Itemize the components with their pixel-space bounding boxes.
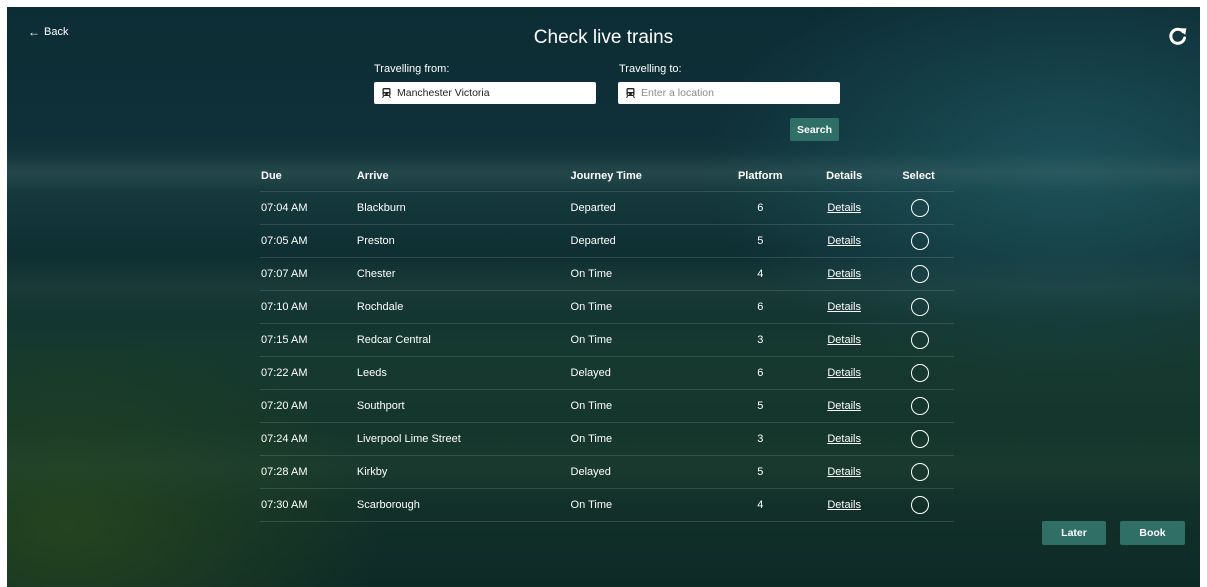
table-row: 07:28 AM Kirkby Delayed 5 Details [260, 455, 954, 488]
select-radio-icon[interactable] [910, 298, 929, 316]
details-link[interactable]: Details [827, 499, 861, 511]
journey-status: Delayed [570, 367, 611, 379]
table-header: Due Arrive Journey Time Platform Details… [260, 161, 954, 191]
journey-status: On Time [570, 334, 613, 346]
book-button[interactable]: Book [1120, 521, 1185, 545]
arrive-station: Southport [356, 400, 405, 412]
platform-number: 5 [757, 235, 764, 247]
due-time: 07:04 AM [261, 202, 308, 214]
train-icon [626, 88, 635, 98]
later-button[interactable]: Later [1042, 521, 1106, 545]
from-input[interactable] [397, 87, 587, 99]
table-row: 07:04 AM Blackburn Departed 6 Details [260, 191, 954, 224]
arrive-station: Leeds [356, 367, 387, 379]
to-input[interactable] [641, 87, 831, 99]
select-radio-icon[interactable] [910, 331, 929, 349]
details-link[interactable]: Details [827, 334, 861, 346]
header-journey-time: Journey Time [570, 170, 642, 182]
table-row: 07:22 AM Leeds Delayed 6 Details [260, 356, 954, 389]
due-time: 07:15 AM [261, 334, 308, 346]
arrive-station: Rochdale [356, 301, 404, 313]
to-field-box[interactable] [618, 82, 840, 104]
table-row: 07:15 AM Redcar Central On Time 3 Detail… [260, 323, 954, 356]
platform-number: 5 [757, 400, 764, 412]
table-row: 07:05 AM Preston Departed 5 Details [260, 224, 954, 257]
train-icon [382, 88, 391, 98]
select-radio-icon[interactable] [910, 265, 929, 283]
details-link[interactable]: Details [827, 433, 861, 445]
refresh-icon [1169, 27, 1187, 45]
platform-number: 6 [757, 367, 764, 379]
select-radio-icon[interactable] [910, 232, 929, 250]
platform-number: 6 [757, 202, 764, 214]
header-due: Due [261, 170, 282, 182]
platform-number: 4 [757, 268, 764, 280]
header-select: Select [902, 170, 935, 182]
due-time: 07:07 AM [261, 268, 308, 280]
app-window: ← Back Check live trains Travelling from… [7, 7, 1200, 587]
table-row: 07:10 AM Rochdale On Time 6 Details [260, 290, 954, 323]
details-link[interactable]: Details [827, 301, 861, 313]
arrive-station: Scarborough [356, 499, 420, 511]
platform-number: 4 [757, 499, 764, 511]
table-row: 07:20 AM Southport On Time 5 Details [260, 389, 954, 422]
header-arrive: Arrive [356, 170, 389, 182]
due-time: 07:22 AM [261, 367, 308, 379]
header-details: Details [826, 170, 863, 182]
to-label: Travelling to: [619, 63, 682, 75]
arrive-station: Kirkby [356, 466, 388, 478]
details-link[interactable]: Details [827, 268, 861, 280]
table-row: 07:07 AM Chester On Time 4 Details [260, 257, 954, 290]
platform-number: 3 [757, 334, 764, 346]
page-title: Check live trains [533, 27, 674, 48]
select-radio-icon[interactable] [910, 496, 929, 514]
due-time: 07:28 AM [261, 466, 308, 478]
arrive-station: Liverpool Lime Street [356, 433, 461, 445]
arrive-station: Redcar Central [356, 334, 431, 346]
journey-status: On Time [570, 433, 613, 445]
journey-status: Delayed [570, 466, 611, 478]
arrive-station: Chester [356, 268, 396, 280]
due-time: 07:10 AM [261, 301, 308, 313]
details-link[interactable]: Details [827, 235, 861, 247]
table-row: 07:24 AM Liverpool Lime Street On Time 3… [260, 422, 954, 455]
from-label: Travelling from: [374, 63, 450, 75]
arrive-station: Preston [356, 235, 395, 247]
journey-status: On Time [570, 268, 613, 280]
details-link[interactable]: Details [827, 466, 861, 478]
platform-number: 3 [757, 433, 764, 445]
due-time: 07:24 AM [261, 433, 308, 445]
platform-number: 6 [757, 301, 764, 313]
journey-status: Departed [570, 235, 616, 247]
due-time: 07:05 AM [261, 235, 308, 247]
details-link[interactable]: Details [827, 202, 861, 214]
header-platform: Platform [737, 170, 783, 182]
details-link[interactable]: Details [827, 400, 861, 412]
select-radio-icon[interactable] [910, 397, 929, 415]
select-radio-icon[interactable] [910, 199, 929, 217]
journey-status: On Time [570, 499, 613, 511]
details-link[interactable]: Details [827, 367, 861, 379]
due-time: 07:30 AM [261, 499, 308, 511]
select-radio-icon[interactable] [910, 463, 929, 481]
journey-status: On Time [570, 301, 613, 313]
search-button[interactable]: Search [790, 118, 839, 141]
select-radio-icon[interactable] [910, 430, 929, 448]
trains-table: Due Arrive Journey Time Platform Details… [260, 161, 954, 522]
platform-number: 5 [757, 466, 764, 478]
arrive-station: Blackburn [356, 202, 406, 214]
due-time: 07:20 AM [261, 400, 308, 412]
select-radio-icon[interactable] [910, 364, 929, 382]
from-field-box[interactable] [374, 82, 596, 104]
table-row: 07:30 AM Scarborough On Time 4 Details [260, 488, 954, 522]
journey-status: On Time [570, 400, 613, 412]
journey-status: Departed [570, 202, 616, 214]
refresh-button[interactable] [1167, 25, 1189, 47]
